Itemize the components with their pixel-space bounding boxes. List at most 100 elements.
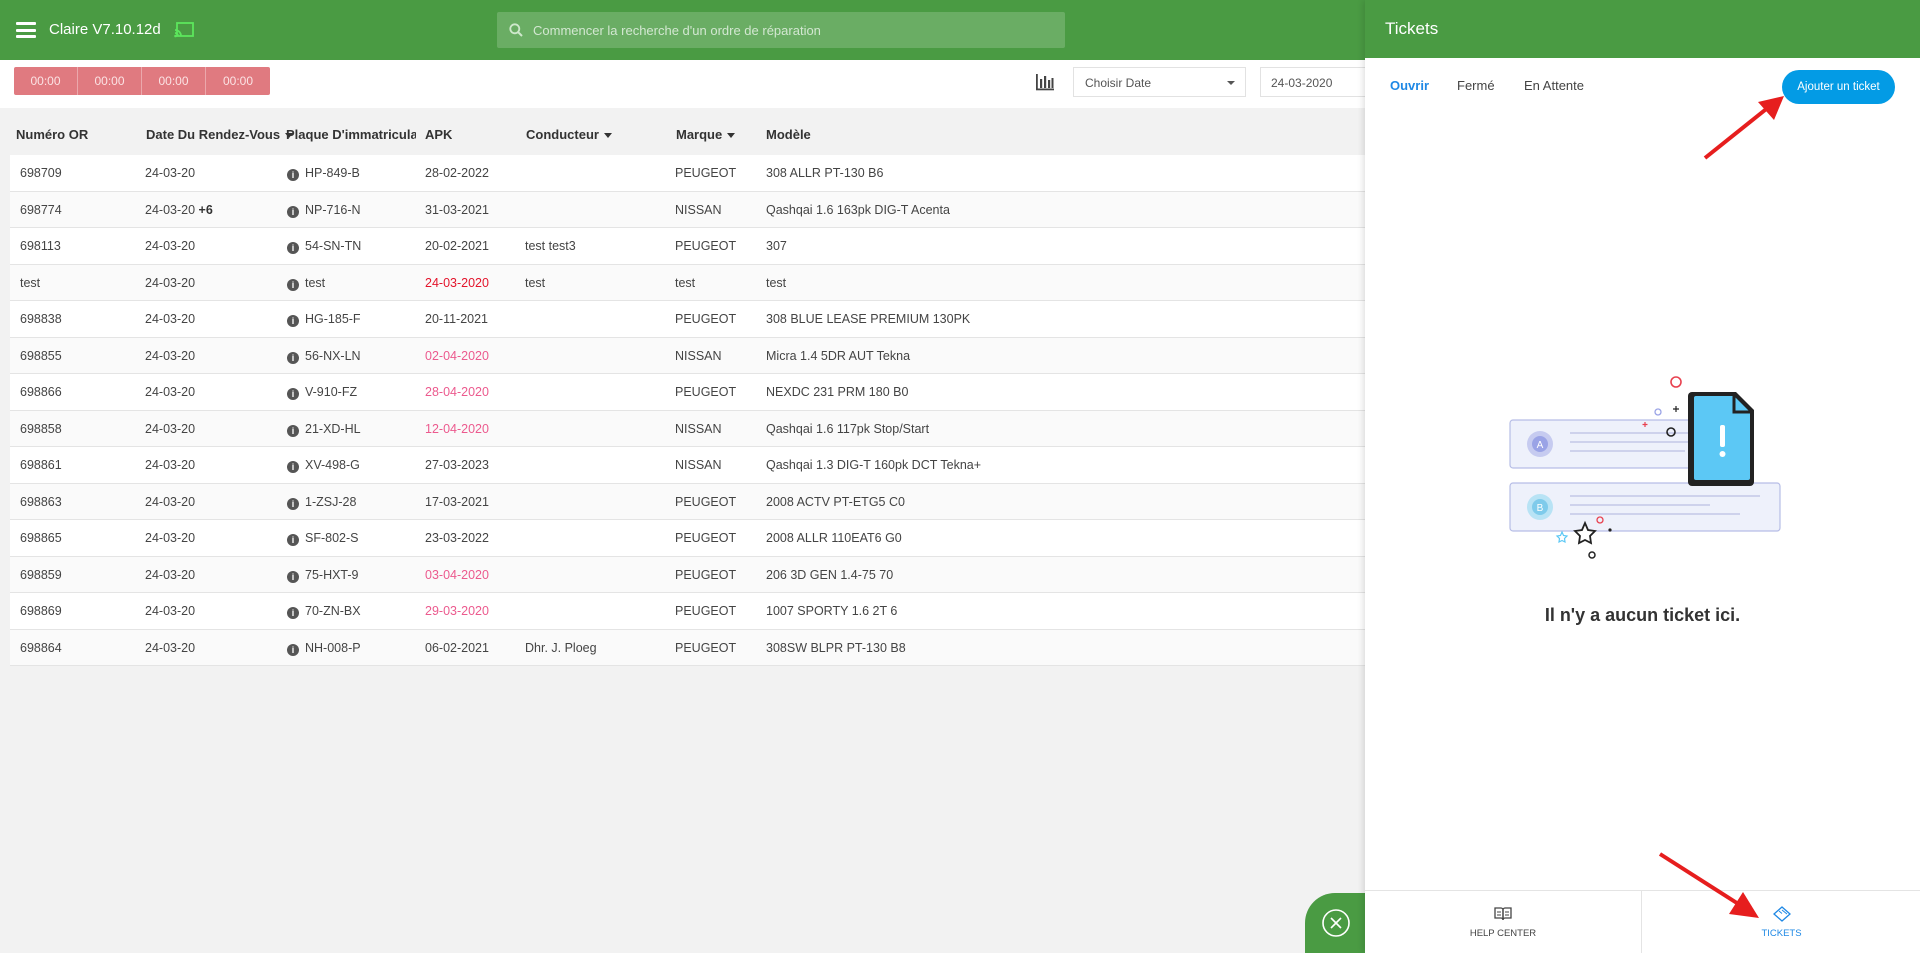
or-number: 698866 <box>20 385 62 399</box>
model: Micra 1.4 5DR AUT Tekna <box>766 348 911 363</box>
timer-1[interactable]: 00:00 <box>14 67 78 95</box>
date-input[interactable]: 24-03-2020 <box>1260 67 1370 97</box>
license-plate: i HP-849-B <box>287 166 360 181</box>
apk-date: 20-02-2021 <box>425 239 489 253</box>
model: test <box>766 275 787 290</box>
menu-icon[interactable] <box>16 22 36 38</box>
apk-date: 23-03-2022 <box>425 531 489 545</box>
info-icon[interactable]: i <box>287 607 299 619</box>
svg-text:A: A <box>1537 440 1544 451</box>
table-row[interactable]: 698861 24-03-20 i XV-498-G 27-03-2023 NISSAN… <box>10 447 1370 484</box>
info-icon[interactable]: i <box>287 278 299 291</box>
table-row[interactable]: 698865 24-03-20 i SF-802-S 23-03-2022 PEUGEO… <box>10 520 1370 557</box>
timer-4[interactable]: 00:00 <box>206 67 270 95</box>
appointment-date: 24-03-20 +6 <box>145 202 213 217</box>
column-header-or[interactable]: Numéro OR <box>16 127 88 142</box>
table-row[interactable]: 698869 24-03-20 i 70-ZN-BX 29-03-2020 PEUGEO… <box>10 593 1370 630</box>
ticket-icon <box>1772 906 1791 922</box>
tab-closed[interactable]: Fermé <box>1457 78 1495 93</box>
column-header-apk[interactable]: APK <box>425 127 452 142</box>
apk-date: 02-04-2020 <box>425 348 489 363</box>
driver: Dhr. J. Ploeg <box>525 640 597 655</box>
sort-icon <box>603 133 612 139</box>
info-icon[interactable]: i <box>287 205 299 218</box>
brand: PEUGEOT <box>675 531 737 545</box>
or-number: test <box>20 275 41 290</box>
model: 308SW BLPR PT-130 B8 <box>766 640 906 655</box>
search-icon <box>509 23 523 37</box>
driver: test <box>525 275 546 290</box>
table-row[interactable]: 698774 24-03-20 +6 i NP-716-N 31-03-2021 NISS… <box>10 191 1370 228</box>
column-header-model[interactable]: Modèle <box>766 127 811 142</box>
tab-pending[interactable]: En Attente <box>1524 78 1584 93</box>
apk-date: 24-03-2020 <box>425 275 489 290</box>
info-icon[interactable]: i <box>287 315 299 327</box>
info-icon[interactable]: i <box>287 424 299 437</box>
license-plate: i 21-XD-HL <box>287 422 361 437</box>
chevron-down-icon <box>1227 81 1235 85</box>
svg-text:B: B <box>1537 503 1544 514</box>
search-input[interactable] <box>533 12 1053 48</box>
timer-3[interactable]: 00:00 <box>142 67 206 95</box>
tab-open[interactable]: Ouvrir <box>1390 78 1429 93</box>
column-header-driver[interactable]: Conducteur <box>526 127 612 142</box>
cast-icon[interactable] <box>174 22 194 38</box>
help-center-button[interactable]: HELP CENTER <box>1365 891 1642 953</box>
apk-date: 31-03-2021 <box>425 202 489 217</box>
license-plate: i SF-802-S <box>287 531 359 546</box>
info-icon[interactable]: i <box>287 388 299 400</box>
appointment-date: 24-03-20 <box>145 494 196 509</box>
tickets-panel: Tickets Ouvrir Fermé En Attente Ajouter … <box>1365 0 1920 953</box>
tickets-footer-button[interactable]: TICKETS <box>1643 891 1920 953</box>
bar-chart-icon[interactable] <box>1035 73 1055 91</box>
appointment-date: 24-03-20 <box>145 275 196 290</box>
table-row[interactable]: 698866 24-03-20 i V-910-FZ 28-04-2020 PEUGEO… <box>10 374 1370 411</box>
table-row[interactable]: 698863 24-03-20 i 1-ZSJ-28 17-03-2021 PEUGEO… <box>10 483 1370 520</box>
model: 308 BLUE LEASE PREMIUM 130PK <box>766 312 971 326</box>
tickets-label: TICKETS <box>1761 928 1802 939</box>
table-row[interactable]: 698709 24-03-20 i HP-849-B 28-02-2022 PEUGEO… <box>10 155 1370 192</box>
add-ticket-button[interactable]: Ajouter un ticket <box>1782 70 1895 104</box>
column-header-date[interactable]: Date Du Rendez-Vous <box>146 127 294 142</box>
or-number: 698864 <box>20 640 62 655</box>
table-row[interactable]: 698859 24-03-20 i 75-HXT-9 03-04-2020 PEUGEO… <box>10 556 1370 593</box>
license-plate: i 70-ZN-BX <box>287 604 361 619</box>
info-icon[interactable]: i <box>287 461 299 473</box>
panel-footer: HELP CENTER TICKETS <box>1365 890 1920 953</box>
model: 1007 SPORTY 1.6 2T 6 <box>766 604 898 618</box>
or-number: 698863 <box>20 494 62 509</box>
info-icon[interactable]: i <box>287 643 299 656</box>
info-icon[interactable]: i <box>287 570 299 583</box>
info-icon[interactable]: i <box>287 242 299 254</box>
date-select[interactable]: Choisir Date <box>1073 67 1246 97</box>
driver: test test3 <box>525 239 576 253</box>
info-icon[interactable]: i <box>287 169 299 181</box>
table-row[interactable]: 698838 24-03-20 i HG-185-F 20-11-2021 PEUGEO… <box>10 301 1370 338</box>
brand: NISSAN <box>675 348 722 363</box>
column-header-brand[interactable]: Marque <box>676 127 736 142</box>
model: 2008 ACTV PT-ETG5 C0 <box>766 494 905 509</box>
search-bar[interactable] <box>497 12 1065 48</box>
or-number: 698858 <box>20 421 62 436</box>
brand: NISSAN <box>675 202 722 217</box>
apk-date: 17-03-2021 <box>425 494 489 509</box>
brand: NISSAN <box>675 421 722 436</box>
info-icon[interactable]: i <box>287 497 299 510</box>
model: Qashqai 1.6 163pk DIG-T Acenta <box>766 202 950 217</box>
table-row[interactable]: test 24-03-20 i test 24-03-2020 test test test <box>10 264 1370 301</box>
brand: PEUGEOT <box>675 567 737 582</box>
table-row[interactable]: 698864 24-03-20 i NH-008-P 06-02-2021 Dhr. J… <box>10 629 1370 666</box>
column-header-plate[interactable]: Plaque D'immatriculation <box>286 127 416 142</box>
brand: PEUGEOT <box>675 640 737 655</box>
license-plate: i 54-SN-TN <box>287 239 361 254</box>
model: 2008 ALLR 110EAT6 G0 <box>766 531 902 545</box>
table-row[interactable]: 698113 24-03-20 i 54-SN-TN 20-02-2021 test t… <box>10 228 1370 265</box>
table-row[interactable]: 698858 24-03-20 i 21-XD-HL 12-04-2020 NISSAN… <box>10 410 1370 447</box>
model: Qashqai 1.6 117pk Stop/Start <box>766 421 930 436</box>
model: Qashqai 1.3 DIG-T 160pk DCT Tekna+ <box>766 458 982 472</box>
table-row[interactable]: 698855 24-03-20 i 56-NX-LN 02-04-2020 NISSAN… <box>10 337 1370 374</box>
apk-date: 12-04-2020 <box>425 421 489 436</box>
info-icon[interactable]: i <box>287 351 299 364</box>
info-icon[interactable]: i <box>287 534 299 546</box>
timer-2[interactable]: 00:00 <box>78 67 142 95</box>
